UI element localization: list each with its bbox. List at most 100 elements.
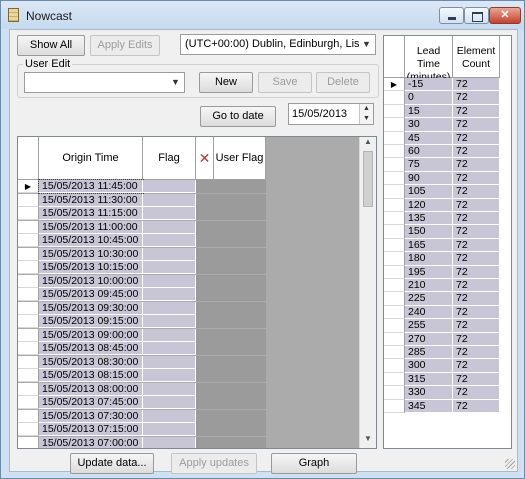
origin-time-cell[interactable]: 15/05/2013 09:15:00 — [39, 315, 143, 328]
row-header[interactable] — [18, 261, 39, 274]
lead-time-cell[interactable]: 285 — [405, 346, 453, 360]
row-header[interactable] — [384, 252, 405, 266]
row-header[interactable] — [18, 315, 39, 328]
user-flag-cell[interactable] — [196, 382, 266, 396]
flag-cell[interactable] — [143, 234, 196, 247]
lead-time-cell[interactable]: 240 — [405, 305, 453, 320]
flag-cell[interactable] — [143, 220, 196, 234]
user-flag-cell[interactable] — [196, 288, 266, 301]
row-header[interactable] — [18, 193, 39, 207]
origin-time-cell[interactable]: 15/05/2013 09:45:00 — [39, 288, 143, 301]
flag-cell[interactable] — [143, 315, 196, 328]
lead-time-cell[interactable]: 0 — [405, 91, 453, 105]
row-header[interactable] — [18, 342, 39, 355]
element-count-cell[interactable]: 72 — [453, 279, 500, 293]
row-header[interactable] — [384, 131, 405, 145]
element-count-cell[interactable]: 72 — [453, 91, 500, 105]
flag-cell[interactable] — [143, 274, 196, 288]
flag-cell[interactable] — [143, 396, 196, 409]
row-header[interactable] — [384, 198, 405, 212]
lead-time-cell[interactable]: 180 — [405, 252, 453, 266]
flag-cell[interactable] — [143, 180, 196, 193]
row-header[interactable] — [18, 409, 39, 423]
row-header[interactable] — [384, 279, 405, 293]
origin-time-cell[interactable]: 15/05/2013 08:30:00 — [39, 355, 143, 369]
flag-cell[interactable] — [143, 342, 196, 355]
element-count-cell[interactable]: 72 — [453, 372, 500, 387]
element-count-cell[interactable]: 72 — [453, 104, 500, 119]
scroll-up-icon[interactable]: ▲ — [360, 137, 376, 151]
element-count-cell[interactable]: 72 — [453, 225, 500, 239]
spin-down-icon[interactable]: ▼ — [359, 114, 373, 124]
title-bar[interactable]: Nowcast ✕ — [1, 1, 524, 29]
origin-time-cell[interactable]: 15/05/2013 10:45:00 — [39, 234, 143, 247]
lead-time-cell[interactable]: 150 — [405, 225, 453, 239]
scroll-down-icon[interactable]: ▼ — [360, 434, 376, 448]
flag-cell[interactable] — [143, 301, 196, 315]
row-header[interactable] — [384, 185, 405, 199]
row-header[interactable] — [384, 265, 405, 279]
origin-time-cell[interactable]: 15/05/2013 07:00:00 — [39, 436, 143, 448]
row-header[interactable] — [18, 301, 39, 315]
origin-time-cell[interactable]: 15/05/2013 10:00:00 — [39, 274, 143, 288]
row-header[interactable] — [384, 332, 405, 346]
origin-time-cell[interactable]: 15/05/2013 11:15:00 — [39, 207, 143, 220]
row-header[interactable] — [384, 386, 405, 400]
lead-time-cell[interactable]: 60 — [405, 145, 453, 159]
lead-time-cell[interactable]: 195 — [405, 265, 453, 279]
flag-cell[interactable] — [143, 409, 196, 423]
origin-time-cell[interactable]: 15/05/2013 10:15:00 — [39, 261, 143, 274]
element-count-cell[interactable]: 72 — [453, 346, 500, 360]
header-origin-time[interactable]: Origin Time — [39, 137, 143, 180]
row-header[interactable] — [384, 292, 405, 306]
user-flag-cell[interactable] — [196, 409, 266, 423]
row-header[interactable] — [18, 274, 39, 288]
scroll-thumb[interactable] — [363, 151, 373, 207]
lead-time-cell[interactable]: 15 — [405, 104, 453, 119]
row-header[interactable]: ▶ — [18, 180, 39, 193]
row-header[interactable] — [384, 238, 405, 253]
header-flag[interactable]: Flag — [143, 137, 196, 180]
user-flag-cell[interactable] — [196, 369, 266, 382]
row-header[interactable] — [384, 399, 405, 413]
flag-cell[interactable] — [143, 193, 196, 207]
go-to-date-button[interactable]: Go to date — [200, 106, 276, 127]
element-count-cell[interactable]: 72 — [453, 212, 500, 226]
lead-time-cell[interactable]: 135 — [405, 212, 453, 226]
lead-time-cell[interactable]: 300 — [405, 359, 453, 373]
lead-time-cell[interactable]: 345 — [405, 399, 453, 413]
flag-cell[interactable] — [143, 247, 196, 261]
user-flag-cell[interactable] — [196, 342, 266, 355]
row-header[interactable] — [18, 288, 39, 301]
maximize-button[interactable] — [464, 7, 489, 24]
row-header[interactable] — [384, 158, 405, 172]
row-header[interactable] — [384, 319, 405, 333]
origin-time-cell[interactable]: 15/05/2013 11:00:00 — [39, 220, 143, 234]
header-lead-time[interactable]: Lead Time (minutes) — [405, 36, 453, 83]
save-button[interactable]: Save — [258, 72, 312, 93]
element-count-cell[interactable]: 72 — [453, 359, 500, 373]
row-header[interactable] — [384, 305, 405, 320]
lead-time-cell[interactable]: 210 — [405, 279, 453, 293]
row-header[interactable]: ▶ — [384, 78, 405, 92]
row-header[interactable] — [18, 355, 39, 369]
apply-edits-button[interactable]: Apply Edits — [90, 35, 160, 56]
flag-cell[interactable] — [143, 423, 196, 436]
lead-time-cell[interactable]: 90 — [405, 171, 453, 186]
resize-grip-icon[interactable] — [505, 459, 515, 469]
update-data-button[interactable]: Update data... — [70, 453, 154, 474]
user-flag-cell[interactable] — [196, 180, 266, 193]
lead-time-cell[interactable]: -15 — [405, 78, 453, 92]
minimize-button[interactable] — [439, 7, 464, 24]
origin-time-cell[interactable]: 15/05/2013 10:30:00 — [39, 247, 143, 261]
element-count-cell[interactable]: 72 — [453, 265, 500, 279]
row-header[interactable] — [18, 423, 39, 436]
header-user-flag[interactable]: User Flag — [214, 137, 266, 180]
row-header[interactable] — [384, 171, 405, 186]
lead-time-cell[interactable]: 105 — [405, 185, 453, 199]
user-edit-select[interactable]: ▼ — [24, 72, 185, 93]
lead-time-cell[interactable]: 255 — [405, 319, 453, 333]
row-header[interactable] — [384, 372, 405, 387]
lead-time-cell[interactable]: 75 — [405, 158, 453, 172]
element-count-cell[interactable]: 72 — [453, 131, 500, 145]
